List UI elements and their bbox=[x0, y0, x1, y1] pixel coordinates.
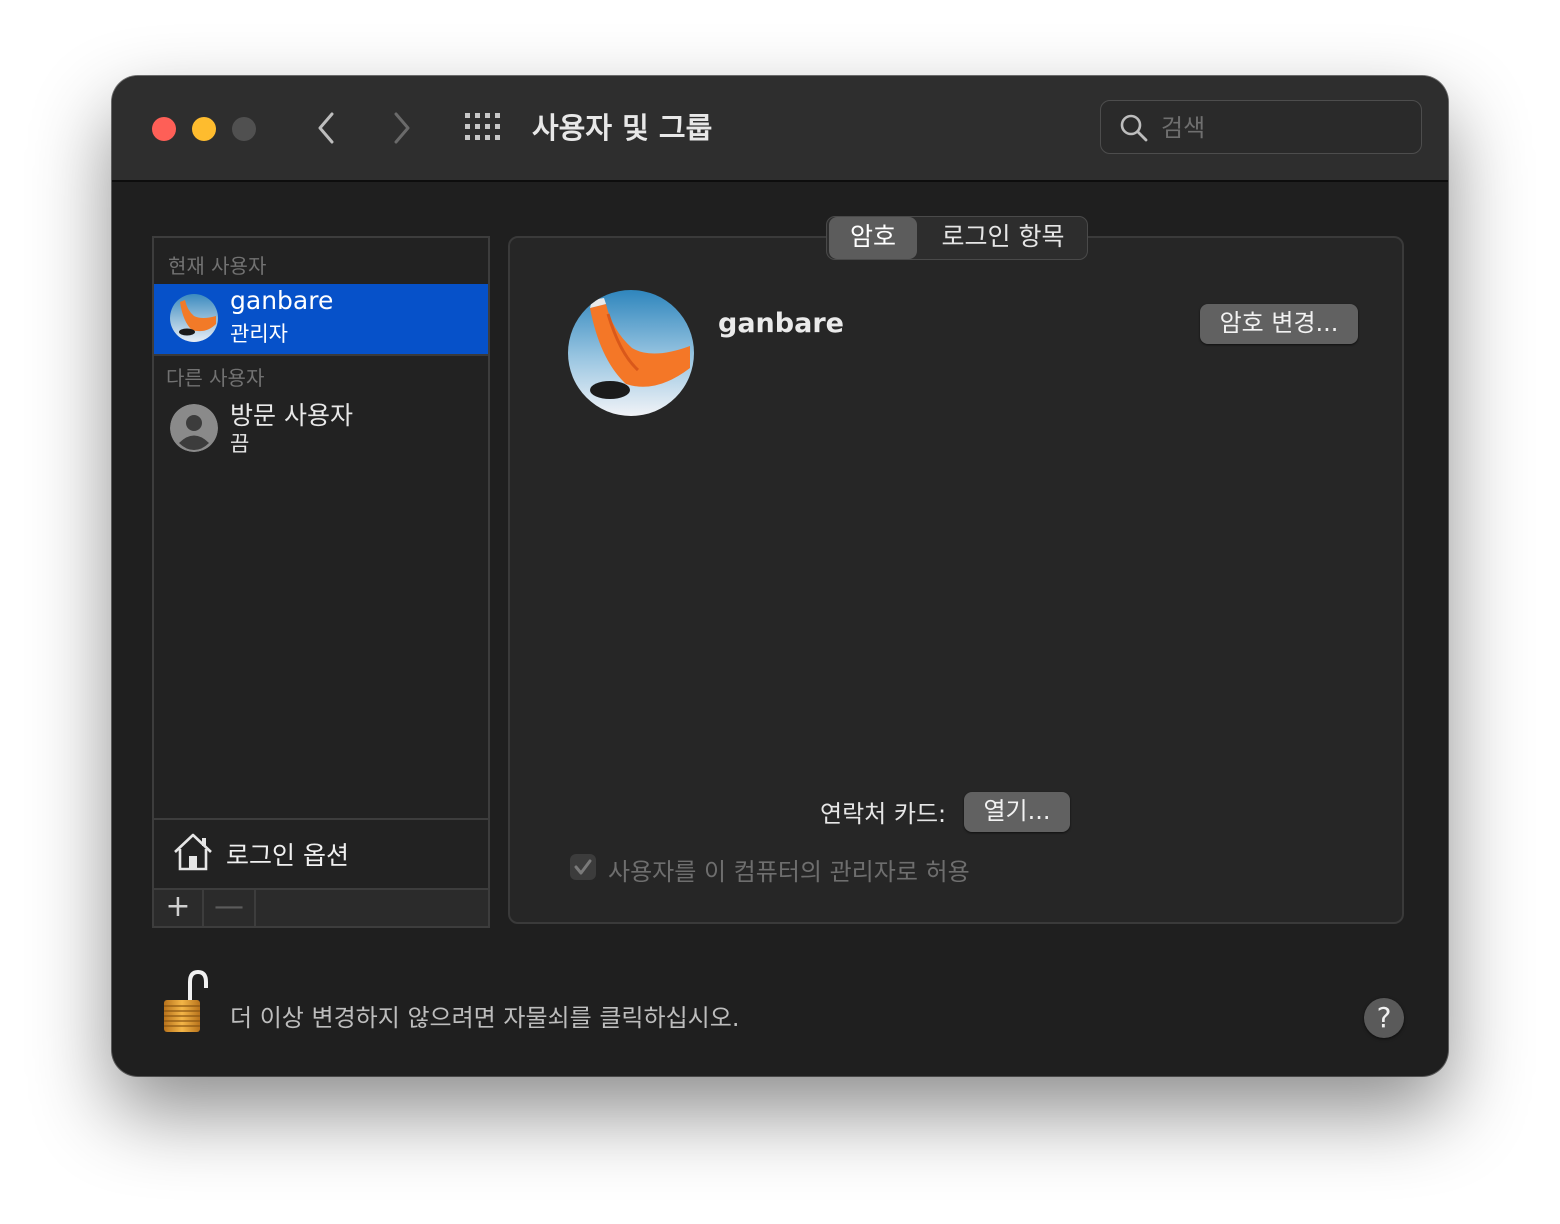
window-title: 사용자 및 그룹 bbox=[532, 111, 713, 145]
admin-checkbox-label: 사용자를 이 컴퓨터의 관리자로 허용 bbox=[608, 858, 970, 886]
profile-name: ganbare bbox=[718, 308, 844, 339]
user-status: 끔 bbox=[230, 432, 250, 456]
remove-user-button[interactable]: — bbox=[204, 890, 256, 926]
system-preferences-window: 사용자 및 그룹 현재 사용자 ganbare 관리자 다른 사용자 bbox=[112, 76, 1448, 1076]
forward-icon[interactable] bbox=[382, 106, 422, 150]
back-icon[interactable] bbox=[308, 106, 348, 150]
zoom-button bbox=[232, 117, 256, 141]
house-icon bbox=[172, 832, 214, 872]
tab-control: 암호 로그인 항목 bbox=[826, 216, 1088, 260]
lock-status-text: 더 이상 변경하지 않으려면 자물쇠를 클릭하십시오. bbox=[230, 1004, 740, 1032]
section-divider bbox=[154, 354, 488, 356]
profile-picture[interactable] bbox=[568, 290, 694, 416]
user-silhouette-icon bbox=[170, 404, 218, 452]
login-options-row[interactable]: 로그인 옵션 bbox=[154, 818, 488, 888]
titlebar: 사용자 및 그룹 bbox=[112, 76, 1448, 182]
tab-login-items[interactable]: 로그인 항목 bbox=[921, 217, 1085, 259]
user-list: 현재 사용자 ganbare 관리자 다른 사용자 방문 사용자 끔 로그인 옵… bbox=[152, 236, 490, 928]
grid-icon[interactable] bbox=[464, 112, 502, 142]
user-row-guest[interactable]: 방문 사용자 끔 bbox=[154, 394, 488, 464]
user-name: 방문 사용자 bbox=[230, 401, 353, 430]
search-icon bbox=[1119, 113, 1149, 143]
change-password-button[interactable]: 암호 변경... bbox=[1200, 304, 1358, 344]
padlock-open-icon[interactable] bbox=[160, 969, 212, 1036]
admin-checkbox[interactable] bbox=[570, 854, 596, 880]
open-contact-button[interactable]: 열기... bbox=[964, 792, 1070, 832]
login-options-label: 로그인 옵션 bbox=[226, 841, 349, 870]
contact-card-label: 연락처 카드: bbox=[820, 800, 947, 828]
user-name: ganbare bbox=[230, 286, 334, 315]
search-input[interactable] bbox=[1159, 109, 1413, 147]
search-field[interactable] bbox=[1100, 100, 1422, 154]
tab-password[interactable]: 암호 bbox=[829, 217, 917, 259]
other-users-header: 다른 사용자 bbox=[166, 366, 265, 390]
close-button[interactable] bbox=[152, 117, 176, 141]
add-user-button[interactable]: + bbox=[154, 890, 204, 926]
current-users-header: 현재 사용자 bbox=[168, 254, 267, 278]
user-role: 관리자 bbox=[230, 322, 288, 346]
user-row-ganbare[interactable]: ganbare 관리자 bbox=[154, 284, 488, 354]
list-controls: + — bbox=[154, 888, 488, 926]
help-button[interactable]: ? bbox=[1364, 998, 1404, 1038]
user-avatar bbox=[170, 294, 218, 342]
minimize-button[interactable] bbox=[192, 117, 216, 141]
